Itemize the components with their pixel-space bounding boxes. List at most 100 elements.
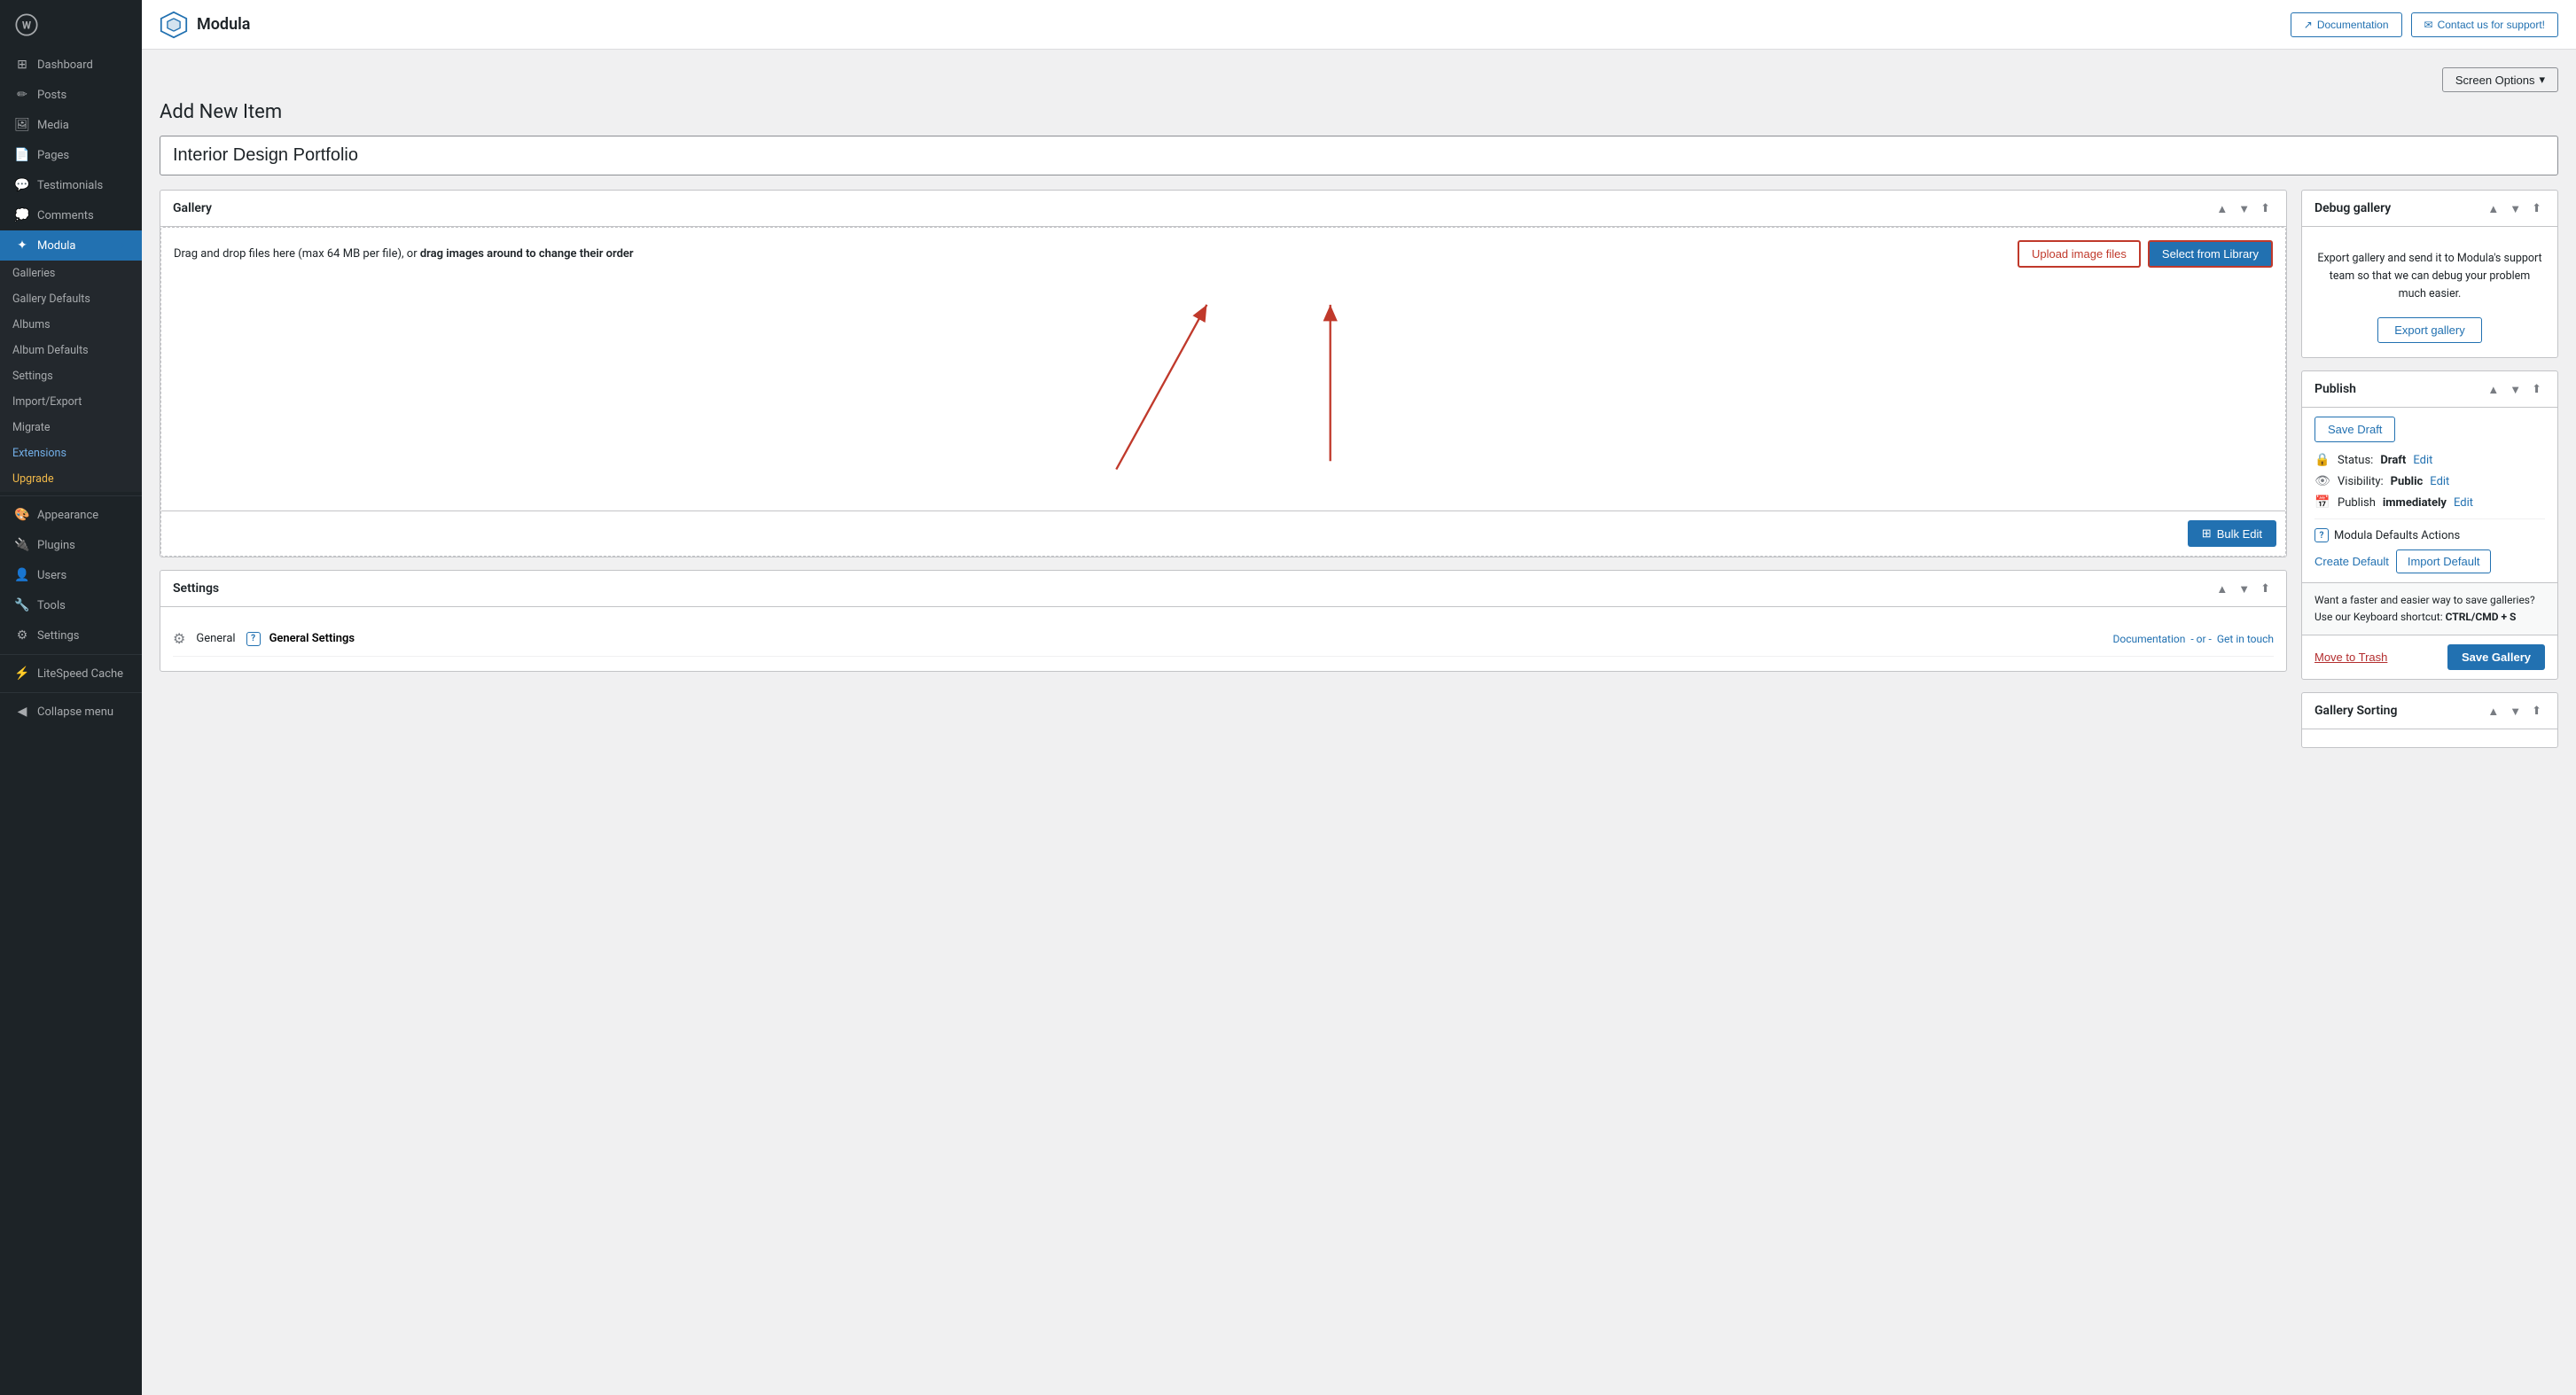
publish-label: Publish — [2338, 496, 2376, 510]
brand-name: Modula — [197, 15, 250, 34]
sidebar-item-testimonials[interactable]: 💬 Testimonials — [0, 170, 142, 200]
documentation-button[interactable]: ↗ Documentation — [2291, 12, 2402, 37]
get-in-touch-link[interactable]: Get in touch — [2217, 633, 2274, 645]
screen-options-button[interactable]: Screen Options ▾ — [2442, 67, 2558, 92]
publish-body: Save Draft 🔒 Status: Draft Edit � — [2302, 408, 2557, 582]
create-default-button[interactable]: Create Default — [2314, 555, 2389, 568]
gallery-collapse-down-button[interactable]: ▼ — [2235, 199, 2253, 217]
users-label: Users — [37, 569, 66, 582]
sidebar-item-litespeed[interactable]: ⚡ LiteSpeed Cache — [0, 659, 142, 689]
modula-logo-icon — [160, 11, 188, 39]
mail-icon: ✉ — [2424, 19, 2433, 31]
publish-expand-button[interactable]: ⬆ — [2528, 380, 2545, 398]
select-from-library-button[interactable]: Select from Library — [2148, 240, 2273, 268]
sidebar-item-appearance[interactable]: 🎨 Appearance — [0, 500, 142, 530]
litespeed-icon: ⚡ — [14, 666, 30, 681]
gallery-sorting-header[interactable]: Gallery Sorting ▲ ▼ ⬆ — [2302, 693, 2557, 729]
sorting-collapse-up-button[interactable]: ▲ — [2484, 702, 2502, 720]
upload-image-files-button[interactable]: Upload image files — [2018, 240, 2141, 268]
sidebar-item-media[interactable]: 🖼 Media — [0, 110, 142, 140]
sidebar-item-tools[interactable]: 🔧 Tools — [0, 590, 142, 620]
wp-logo-icon: W — [14, 12, 39, 37]
sidebar-item-dashboard[interactable]: ⊞ Dashboard — [0, 50, 142, 80]
import-default-button[interactable]: Import Default — [2396, 549, 2492, 573]
topbar-brand: Modula — [160, 11, 250, 39]
gallery-sorting-metabox: Gallery Sorting ▲ ▼ ⬆ — [2301, 692, 2558, 748]
sidebar-item-album-defaults[interactable]: Album Defaults — [0, 338, 142, 363]
sorting-expand-button[interactable]: ⬆ — [2528, 702, 2545, 720]
sidebar-item-label: Pages — [37, 149, 69, 162]
publish-separator — [2314, 518, 2545, 519]
sidebar-item-migrate[interactable]: Migrate — [0, 415, 142, 440]
sidebar-separator-3 — [0, 692, 142, 693]
settings-metabox-title: Settings — [173, 581, 219, 596]
sidebar-item-upgrade[interactable]: Upgrade — [0, 466, 142, 492]
visibility-row: 👁 Visibility: Public Edit — [2314, 474, 2545, 488]
debug-gallery-metabox: Debug gallery ▲ ▼ ⬆ Export gallery and s… — [2301, 190, 2558, 358]
sidebar-item-pages[interactable]: 📄 Pages — [0, 140, 142, 170]
sidebar-item-users[interactable]: 👤 Users — [0, 560, 142, 590]
publish-collapse-up-button[interactable]: ▲ — [2484, 380, 2502, 398]
gallery-metabox-title: Gallery — [173, 201, 212, 215]
sidebar-item-gallery-defaults[interactable]: Gallery Defaults — [0, 286, 142, 312]
gallery-metabox-body: Drag and drop files here (max 64 MB per … — [160, 227, 2286, 557]
sidebar-item-plugins[interactable]: 🔌 Plugins — [0, 530, 142, 560]
appearance-label: Appearance — [37, 509, 98, 522]
sidebar-item-extensions[interactable]: Extensions — [0, 440, 142, 466]
debug-gallery-controls: ▲ ▼ ⬆ — [2484, 199, 2545, 217]
sidebar-item-label: Testimonials — [37, 179, 103, 192]
sidebar-item-comments[interactable]: 💭 Comments — [0, 200, 142, 230]
sorting-collapse-down-button[interactable]: ▼ — [2506, 702, 2525, 720]
svg-text:W: W — [22, 19, 32, 32]
gallery-collapse-up-button[interactable]: ▲ — [2213, 199, 2231, 217]
appearance-icon: 🎨 — [14, 508, 30, 522]
save-gallery-button[interactable]: Save Gallery — [2447, 644, 2545, 670]
documentation-link[interactable]: Documentation — [2112, 633, 2185, 645]
status-edit-link[interactable]: Edit — [2413, 454, 2432, 467]
albums-label: Albums — [12, 318, 51, 331]
import-default-label: Import Default — [2408, 555, 2480, 568]
settings-collapse-up-button[interactable]: ▲ — [2213, 580, 2231, 597]
contact-support-button[interactable]: ✉ Contact us for support! — [2411, 12, 2558, 37]
move-to-trash-button[interactable]: Move to Trash — [2314, 651, 2387, 664]
publish-edit-link[interactable]: Edit — [2454, 496, 2473, 510]
gallery-metabox-header[interactable]: Gallery ▲ ▼ ⬆ — [160, 191, 2286, 227]
sidebar-item-collapse[interactable]: ◀ Collapse menu — [0, 697, 142, 727]
debug-expand-button[interactable]: ⬆ — [2528, 199, 2545, 217]
content-main: Gallery ▲ ▼ ⬆ Drag and drop files here (… — [160, 190, 2287, 672]
gallery-sorting-body — [2302, 729, 2557, 747]
sidebar-item-posts[interactable]: ✏ Posts — [0, 80, 142, 110]
defaults-title-text: Modula Defaults Actions — [2334, 529, 2460, 542]
debug-collapse-down-button[interactable]: ▼ — [2506, 199, 2525, 217]
settings-icon: ⚙ — [14, 628, 30, 643]
sidebar-item-label: Posts — [37, 89, 66, 102]
collapse-label: Collapse menu — [37, 705, 113, 719]
bulk-edit-button[interactable]: ⊞ Bulk Edit — [2188, 520, 2276, 547]
contact-btn-label: Contact us for support! — [2438, 19, 2545, 31]
settings-expand-button[interactable]: ⬆ — [2257, 580, 2274, 597]
gallery-drop-area[interactable]: Drag and drop files here (max 64 MB per … — [160, 227, 2286, 557]
visibility-edit-link[interactable]: Edit — [2430, 475, 2449, 488]
sidebar-item-galleries[interactable]: Galleries — [0, 261, 142, 286]
publish-collapse-down-button[interactable]: ▼ — [2506, 380, 2525, 398]
save-draft-button[interactable]: Save Draft — [2314, 417, 2395, 442]
debug-collapse-up-button[interactable]: ▲ — [2484, 199, 2502, 217]
sidebar-item-modula[interactable]: ✦ Modula — [0, 230, 142, 261]
sidebar-item-albums[interactable]: Albums — [0, 312, 142, 338]
collapse-icon: ◀ — [14, 705, 30, 719]
gallery-expand-button[interactable]: ⬆ — [2257, 199, 2274, 217]
settings-collapse-down-button[interactable]: ▼ — [2235, 580, 2253, 597]
sidebar-item-settings-bottom[interactable]: ⚙ Settings — [0, 620, 142, 651]
export-gallery-button[interactable]: Export gallery — [2377, 317, 2481, 343]
title-input[interactable] — [160, 136, 2558, 175]
debug-gallery-metabox-header[interactable]: Debug gallery ▲ ▼ ⬆ — [2302, 191, 2557, 227]
settings-metabox-header[interactable]: Settings ▲ ▼ ⬆ — [160, 571, 2286, 607]
save-gallery-label: Save Gallery — [2462, 651, 2531, 664]
screen-options-label: Screen Options — [2455, 74, 2535, 87]
publish-metabox-header[interactable]: Publish ▲ ▼ ⬆ — [2302, 371, 2557, 408]
sidebar-item-import-export[interactable]: Import/Export — [0, 389, 142, 415]
plugins-label: Plugins — [37, 539, 75, 552]
settings-general-section: ? General Settings — [246, 632, 2103, 646]
or-text: - or - — [2190, 633, 2212, 645]
sidebar-item-settings[interactable]: Settings — [0, 363, 142, 389]
